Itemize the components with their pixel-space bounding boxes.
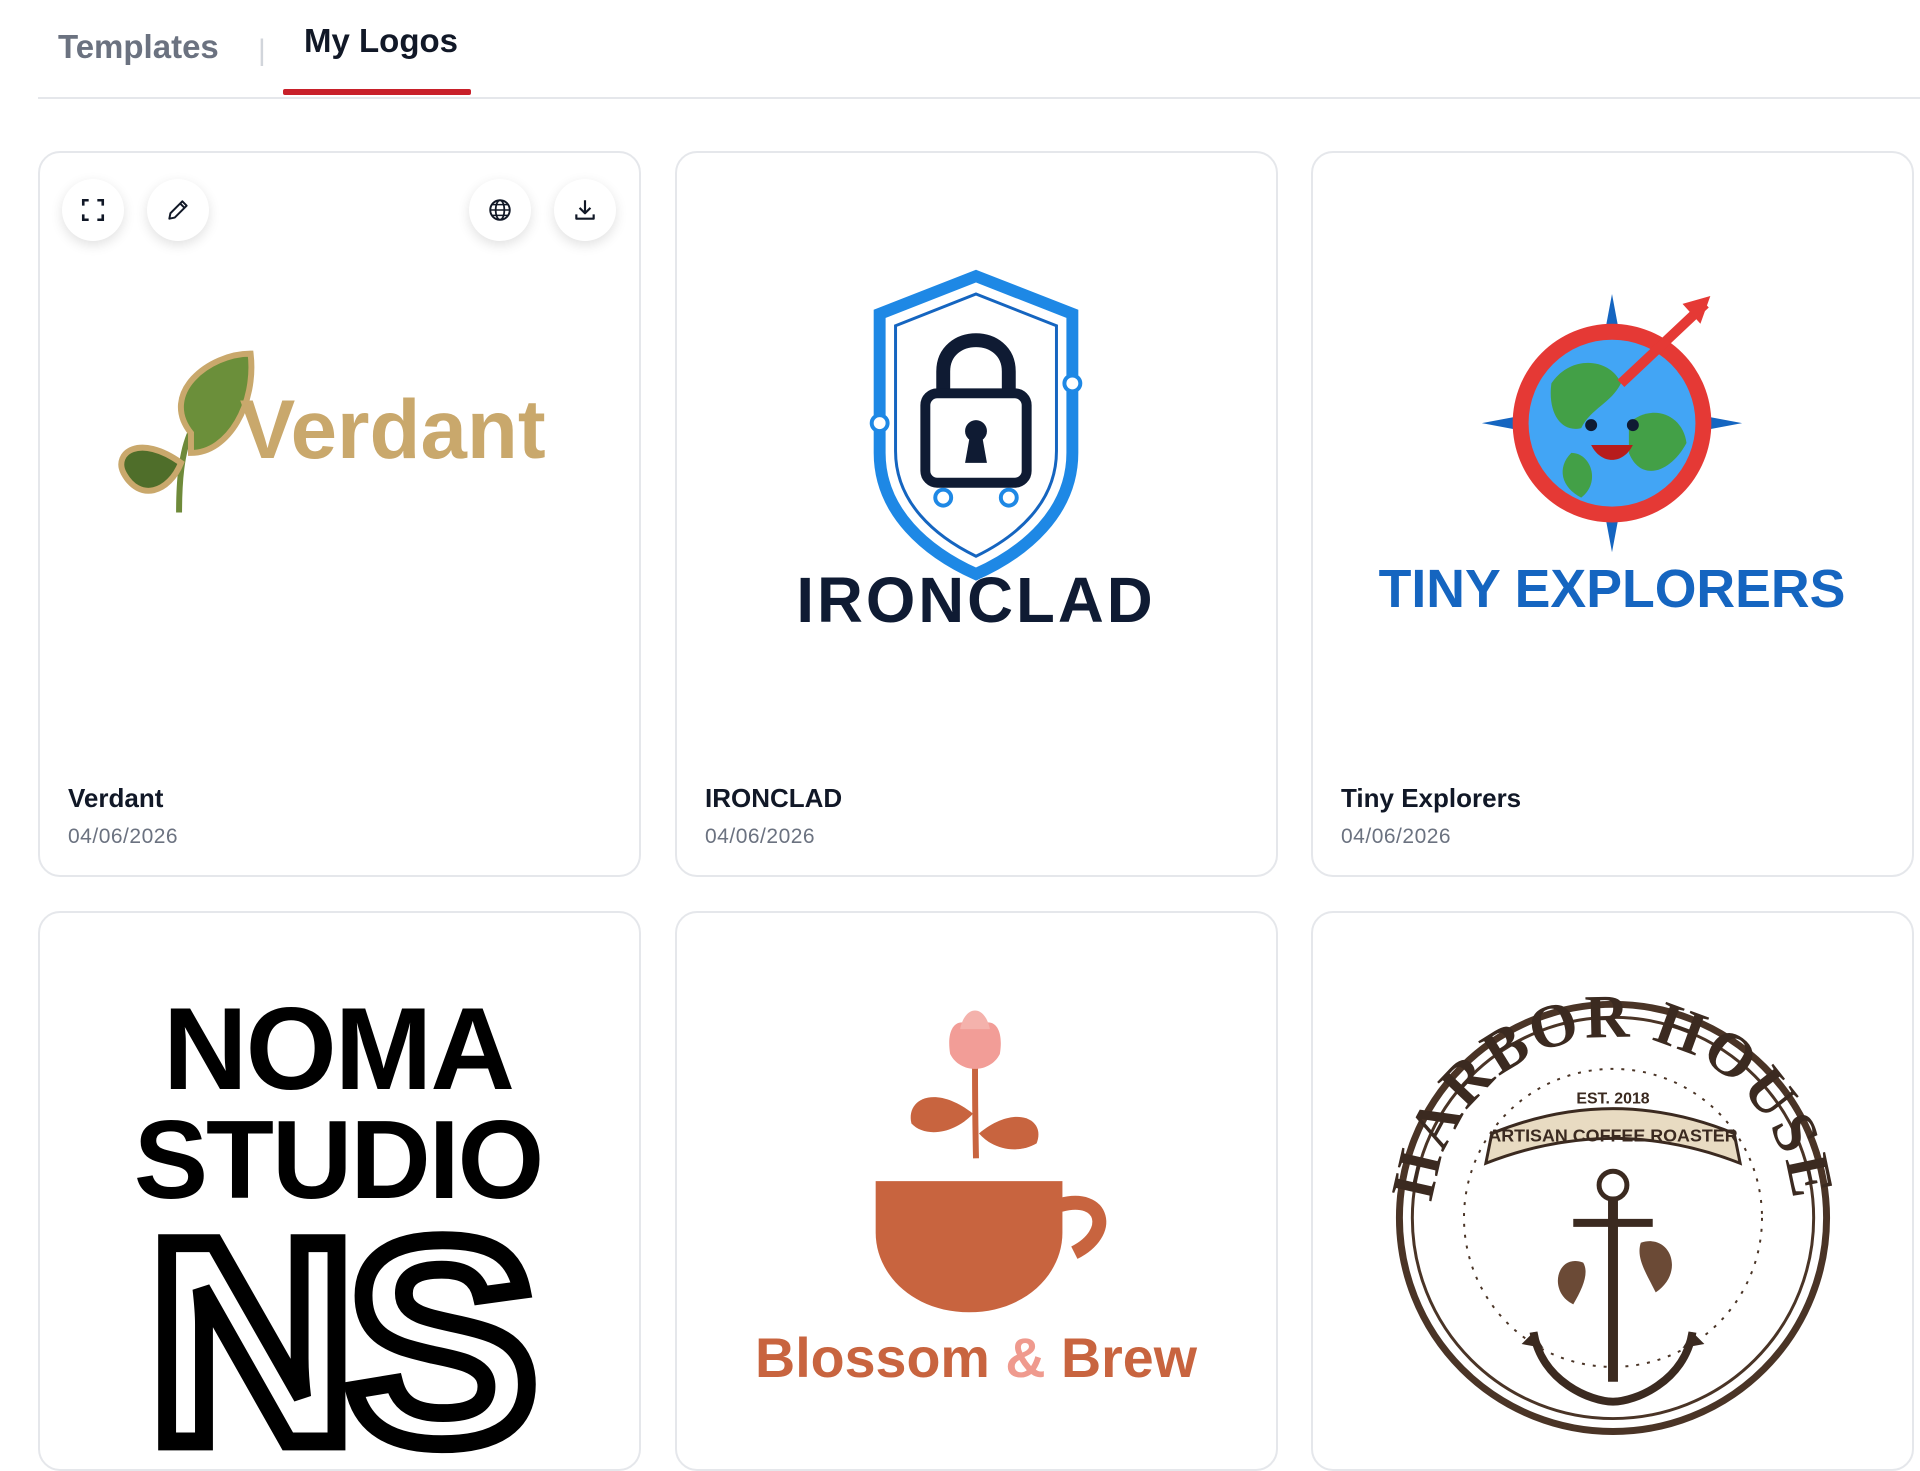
expand-button[interactable] xyxy=(62,179,124,241)
logo-date: 04/06/2026 xyxy=(1341,825,1452,848)
harbor-ribbon: ARTISAN COFFEE ROASTER xyxy=(1488,1125,1737,1145)
logo-card-verdant[interactable]: Verdant Verdant 04/06/2026 xyxy=(38,151,641,877)
logo-date: 04/06/2026 xyxy=(705,825,816,848)
edit-button[interactable] xyxy=(147,179,209,241)
logo-card-tiny-explorers[interactable]: TINY EXPLORERS Tiny Explorers 04/06/2026 xyxy=(1311,151,1914,877)
logo-preview-tiny-explorers: TINY EXPLORERS xyxy=(1379,293,1846,619)
logo-preview-blossom-brew: Blossom & Brew xyxy=(755,1010,1198,1389)
globe-icon xyxy=(489,199,511,221)
logo-date: 04/06/2026 xyxy=(68,825,179,848)
blossom-word: Blossom xyxy=(755,1327,990,1389)
harbor-est: EST. 2018 xyxy=(1576,1091,1649,1108)
tab-bar: Templates | My Logos xyxy=(38,0,1920,99)
expand-icon xyxy=(81,198,105,222)
pencil-icon xyxy=(168,200,188,220)
logo-title: Verdant xyxy=(68,783,164,813)
tab-templates[interactable]: Templates xyxy=(58,28,219,66)
noma-line1: NOMA xyxy=(163,983,513,1114)
verdant-wordmark: Verdant xyxy=(240,382,546,476)
publish-button[interactable] xyxy=(469,179,531,241)
download-button[interactable] xyxy=(554,179,616,241)
logo-preview-ironclad: IRONCLAD xyxy=(796,269,1155,636)
brew-word: Brew xyxy=(1061,1327,1198,1389)
logo-preview-noma-studio: NOMA STUDIO NS xyxy=(134,983,550,1471)
logo-title: Tiny Explorers xyxy=(1341,783,1522,813)
ampersand: & xyxy=(1005,1327,1045,1389)
logo-preview-verdant: Verdant xyxy=(118,350,546,513)
noma-monogram: NS xyxy=(148,1181,531,1471)
logo-card-blossom-brew[interactable]: Blossom & Brew xyxy=(675,911,1278,1471)
logo-card-harbor-house[interactable]: HARBOR HOUSE EST. 2018 ARTISAN COFFEE RO… xyxy=(1311,911,1914,1471)
blossom-brew-wordmark: Blossom & Brew xyxy=(755,1327,1198,1389)
logo-card-ironclad[interactable]: IRONCLAD IRONCLAD 04/06/2026 xyxy=(675,151,1278,877)
tiny-explorers-wordmark: TINY EXPLORERS xyxy=(1379,559,1846,619)
logo-preview-harbor-house: HARBOR HOUSE EST. 2018 ARTISAN COFFEE RO… xyxy=(1378,983,1844,1435)
download-icon xyxy=(575,200,595,220)
ironclad-wordmark: IRONCLAD xyxy=(796,565,1155,636)
tab-separator: | xyxy=(258,34,266,67)
logo-title: IRONCLAD xyxy=(705,783,843,813)
active-tab-indicator xyxy=(283,89,471,95)
logo-card-noma-studio[interactable]: NOMA STUDIO NS xyxy=(38,911,641,1471)
tab-my-logos[interactable]: My Logos xyxy=(304,22,458,60)
